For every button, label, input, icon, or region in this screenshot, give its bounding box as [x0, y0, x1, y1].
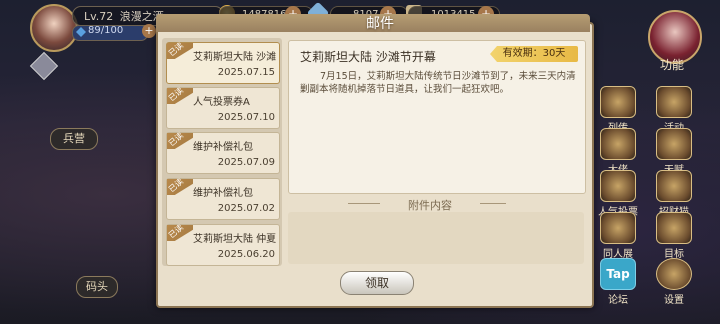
popularity-vote-button[interactable]: 人气投票 — [596, 170, 640, 218]
mail-item[interactable]: 已读 人气投票券A 2025.07.10 — [166, 86, 280, 129]
talent-icon — [656, 128, 692, 160]
mail-content-title: 艾莉斯坦大陆 沙滩节开幕 — [300, 50, 436, 64]
mail-item[interactable]: 已读 维护补偿礼包 2025.07.02 — [166, 177, 280, 220]
mail-item-date: 2025.07.15 — [217, 67, 275, 78]
mail-item-title: 维护补偿礼包 — [193, 142, 253, 153]
stamina-plus-button[interactable]: + — [142, 24, 156, 38]
mail-item[interactable]: 已读 艾莉斯坦大陆 沙滩 2025.07.15 — [166, 41, 280, 84]
lucky-cat-icon — [656, 170, 692, 202]
fan-expo-icon — [600, 212, 636, 244]
fan-expo-button[interactable]: 同人展 — [596, 212, 640, 260]
book-icon — [600, 86, 636, 118]
player-avatar[interactable] — [30, 4, 78, 52]
crown-icon — [600, 170, 636, 202]
forum-button[interactable]: Tap 论坛 — [596, 258, 640, 306]
map-marker-icon[interactable] — [29, 51, 59, 81]
dock-button[interactable]: 码头 — [76, 276, 118, 298]
forum-label: 论坛 — [608, 295, 628, 306]
level-text: Lv.72 — [84, 10, 114, 23]
claim-button[interactable]: 领取 — [340, 271, 414, 295]
biography-button[interactable]: 列传 — [596, 86, 640, 134]
mail-item-title: 人气投票券A — [193, 97, 250, 108]
events-icon — [656, 86, 692, 118]
mail-item-title: 艾莉斯坦大陆 沙滩 — [193, 52, 277, 63]
settings-label: 设置 — [664, 295, 684, 306]
attachment-label: 附件内容 — [380, 197, 480, 213]
events-button[interactable]: 活动 — [652, 86, 696, 134]
target-icon — [656, 212, 692, 244]
mail-item-date: 2025.07.02 — [217, 203, 275, 214]
settings-button[interactable]: 设置 — [652, 258, 696, 306]
attachment-area — [288, 212, 584, 264]
lucky-cat-button[interactable]: 招财猫 — [652, 170, 696, 218]
talent-button[interactable]: 天赋 — [652, 128, 696, 176]
boss-button[interactable]: 大佬 — [596, 128, 640, 176]
function-button[interactable]: 功能 — [650, 56, 694, 73]
mail-item-date: 2025.07.09 — [217, 157, 275, 168]
mail-item-date: 2025.07.10 — [217, 112, 275, 123]
mail-item-date: 2025.06.20 — [217, 249, 275, 260]
goal-button[interactable]: 目标 — [652, 212, 696, 260]
level-name-text: Lv.72 浪漫之酒 — [84, 8, 164, 24]
barracks-button[interactable]: 兵营 — [50, 128, 98, 150]
boss-icon — [600, 128, 636, 160]
mail-dialog-title: 邮件 — [366, 16, 394, 32]
mail-item[interactable]: 已读 维护补偿礼包 2025.07.09 — [166, 131, 280, 174]
mail-item-title: 艾莉斯坦大陆 仲夏 — [193, 234, 277, 245]
tap-logo-icon: Tap — [600, 258, 636, 290]
validity-badge: 有效期：30天 — [490, 46, 578, 62]
mail-content-body: 7月15日，艾莉斯坦大陆传统节日沙滩节到了，未来三天内清剿副本将随机掉落节日道具… — [300, 71, 576, 95]
gear-icon — [656, 258, 692, 290]
stamina-value: 89/100 — [88, 25, 124, 36]
mail-item-title: 维护补偿礼包 — [193, 188, 253, 199]
mail-item[interactable]: 已读 艾莉斯坦大陆 仲夏 2025.06.20 — [166, 223, 280, 266]
